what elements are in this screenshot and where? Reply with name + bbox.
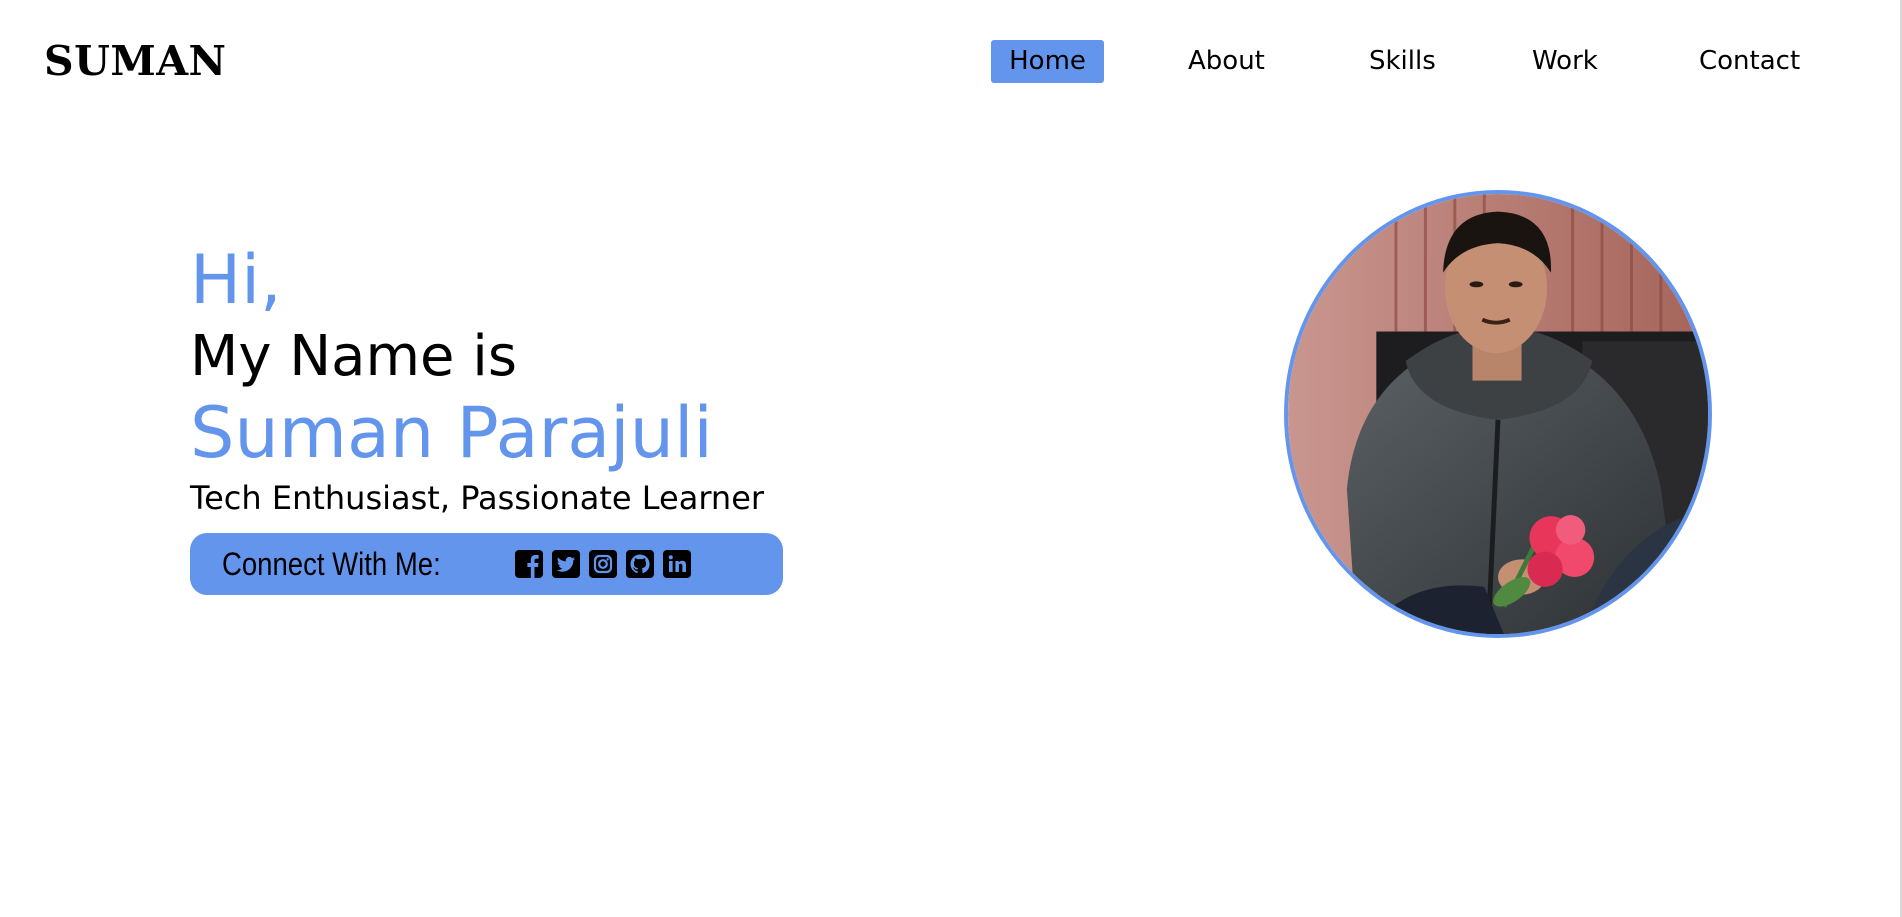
nav-about-link[interactable]: About bbox=[1171, 40, 1282, 83]
twitter-icon[interactable] bbox=[551, 549, 581, 579]
hero-tagline: Tech Enthusiast, Passionate Learner bbox=[190, 479, 765, 517]
nav-work-link[interactable]: Work bbox=[1515, 40, 1615, 83]
hero-greeting: Hi, bbox=[190, 241, 282, 320]
facebook-icon[interactable] bbox=[514, 549, 544, 579]
hero-text: Hi, My Name is Suman Parajuli Tech Enthu… bbox=[190, 240, 764, 520]
nav-skills-link[interactable]: Skills bbox=[1352, 40, 1453, 83]
profile-photo bbox=[1284, 190, 1712, 638]
hero-name: Suman Parajuli bbox=[190, 392, 713, 474]
linkedin-icon[interactable] bbox=[662, 549, 692, 579]
main-nav: Home About Skills Work Contact bbox=[0, 40, 1902, 83]
github-icon[interactable] bbox=[625, 549, 655, 579]
connect-label: Connect With Me: bbox=[222, 546, 441, 582]
connect-bar: Connect With Me: bbox=[190, 533, 783, 595]
instagram-icon[interactable] bbox=[588, 549, 618, 579]
nav-home-link[interactable]: Home bbox=[991, 40, 1104, 83]
hero-intro: My Name is bbox=[190, 324, 518, 389]
nav-contact-link[interactable]: Contact bbox=[1682, 40, 1817, 83]
profile-photo-illustration bbox=[1288, 194, 1708, 634]
social-icons bbox=[514, 549, 692, 579]
